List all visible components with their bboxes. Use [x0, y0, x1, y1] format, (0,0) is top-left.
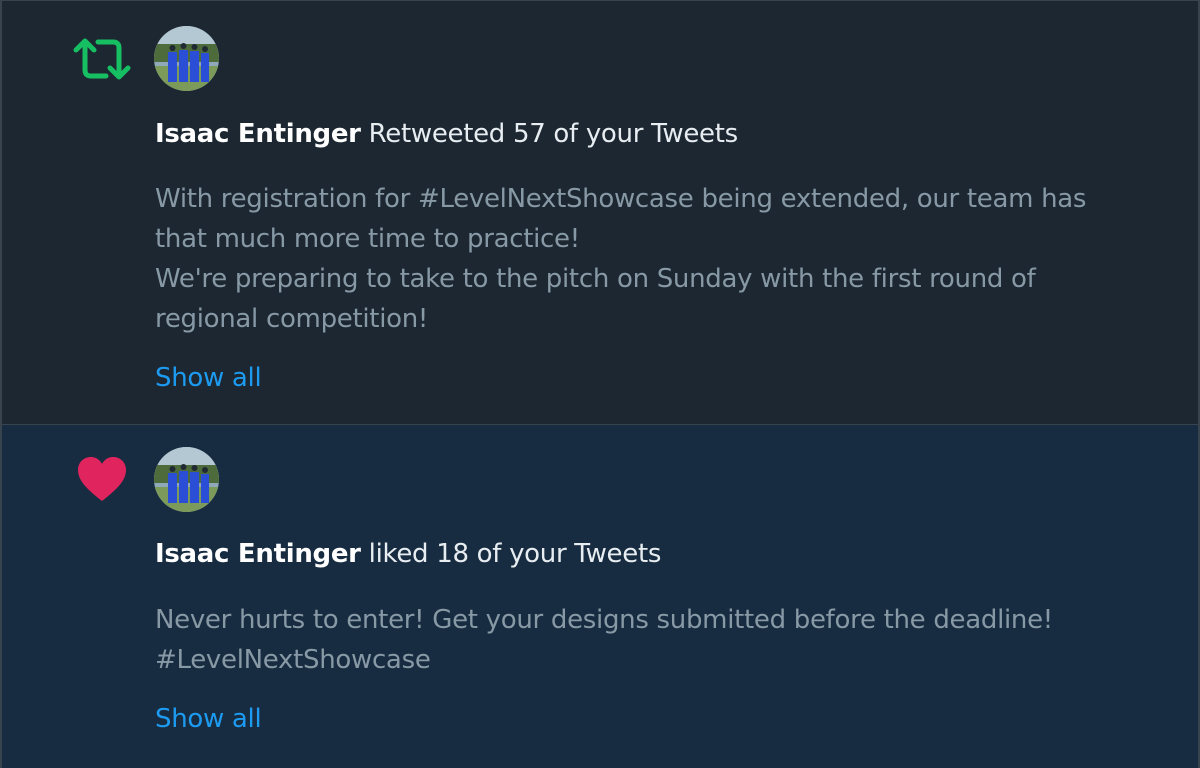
user-name[interactable]: Isaac Entinger	[155, 119, 361, 149]
tweet-line: regional competition!	[155, 304, 429, 334]
tweet-text: With registration for #LevelNextShowcase…	[155, 179, 1155, 339]
heart-icon	[72, 449, 132, 509]
user-name[interactable]: Isaac Entinger	[155, 539, 361, 569]
avatar[interactable]	[154, 26, 219, 91]
show-all-link[interactable]: Show all	[155, 704, 262, 734]
tweet-line: With registration for #LevelNextShowcase…	[155, 184, 1087, 214]
notification-retweet[interactable]: Isaac Entinger Retweeted 57 of your Twee…	[2, 1, 1198, 425]
tweet-line: We're preparing to take to the pitch on …	[155, 264, 1036, 294]
action-text: Retweeted 57 of your Tweets	[360, 119, 739, 149]
retweet-icon	[72, 29, 132, 89]
notification-headline: Isaac Entinger Retweeted 57 of your Twee…	[155, 119, 738, 149]
notifications-feed: Isaac Entinger Retweeted 57 of your Twee…	[0, 0, 1200, 768]
avatar[interactable]	[154, 447, 219, 512]
show-all-link[interactable]: Show all	[155, 363, 262, 393]
tweet-line: that much more time to practice!	[155, 224, 580, 254]
action-text: liked 18 of your Tweets	[360, 539, 662, 569]
tweet-line: Never hurts to enter! Get your designs s…	[155, 605, 1053, 635]
tweet-text: Never hurts to enter! Get your designs s…	[155, 600, 1155, 680]
tweet-line: #LevelNextShowcase	[155, 645, 431, 675]
notification-headline: Isaac Entinger liked 18 of your Tweets	[155, 539, 661, 569]
